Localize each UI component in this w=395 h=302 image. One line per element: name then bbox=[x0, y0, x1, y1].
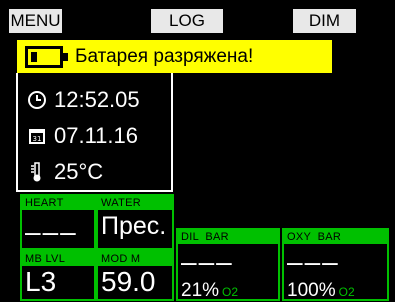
log-softkey[interactable]: LOG bbox=[151, 9, 223, 33]
date-row: 31 07.11.16 bbox=[26, 123, 138, 149]
temperature-value: 25°C bbox=[54, 159, 104, 184]
heart-rate-label: HEART bbox=[22, 196, 94, 210]
diluent-pressure-label: DIL BAR bbox=[178, 230, 278, 244]
battery-low-icon bbox=[25, 45, 68, 68]
heart-rate-value: ––– bbox=[25, 216, 78, 247]
clock-icon bbox=[28, 91, 46, 109]
oxygen-pressure-tile: OXY BAR ––– 100% O2 bbox=[282, 228, 389, 301]
oxygen-pressure-label: OXY BAR bbox=[284, 230, 387, 244]
diluent-o2-percent: 21% bbox=[181, 280, 220, 301]
dim-softkey[interactable]: DIM bbox=[293, 9, 356, 33]
diluent-gas-mix: 21% O2 bbox=[181, 280, 238, 302]
mod-value: 59.0 bbox=[101, 266, 156, 297]
calendar-icon-day: 31 bbox=[33, 135, 42, 143]
date-value: 07.11.16 bbox=[54, 123, 139, 148]
mod-tile: MOD M 59.0 bbox=[96, 250, 174, 301]
oxygen-pressure-value: ––– bbox=[287, 246, 340, 277]
water-type-label: WATER bbox=[98, 196, 172, 210]
diluent-pressure-value: ––– bbox=[181, 246, 234, 277]
oxygen-gas-mix: 100% O2 bbox=[287, 280, 355, 302]
diluent-pressure-tile: DIL BAR ––– 21% O2 bbox=[176, 228, 280, 301]
battery-warning-banner: Батарея разряжена! bbox=[17, 40, 332, 73]
temperature-row: 25°C bbox=[26, 159, 103, 185]
oxygen-gas-label: O2 bbox=[338, 285, 355, 299]
mb-level-tile: MB LVL L3 bbox=[20, 250, 96, 301]
menu-softkey[interactable]: MENU bbox=[9, 9, 62, 33]
info-panel: 12:52.05 31 07.11.16 25°C bbox=[16, 73, 173, 192]
mb-level-label: MB LVL bbox=[22, 252, 94, 266]
time-value: 12:52.05 bbox=[54, 87, 140, 112]
oxygen-o2-percent: 100% bbox=[287, 280, 336, 301]
battery-warning-text: Батарея разряжена! bbox=[75, 45, 254, 67]
diluent-gas-label: O2 bbox=[222, 285, 239, 299]
time-row: 12:52.05 bbox=[26, 87, 140, 113]
water-type-value: Прес. bbox=[101, 212, 167, 240]
mb-level-value: L3 bbox=[25, 266, 57, 297]
calendar-icon: 31 bbox=[29, 129, 45, 144]
mod-label: MOD M bbox=[98, 252, 172, 266]
thermometer-icon bbox=[31, 162, 41, 182]
water-type-tile: WATER Прес. bbox=[96, 194, 174, 250]
heart-rate-tile: HEART ––– bbox=[20, 194, 96, 250]
